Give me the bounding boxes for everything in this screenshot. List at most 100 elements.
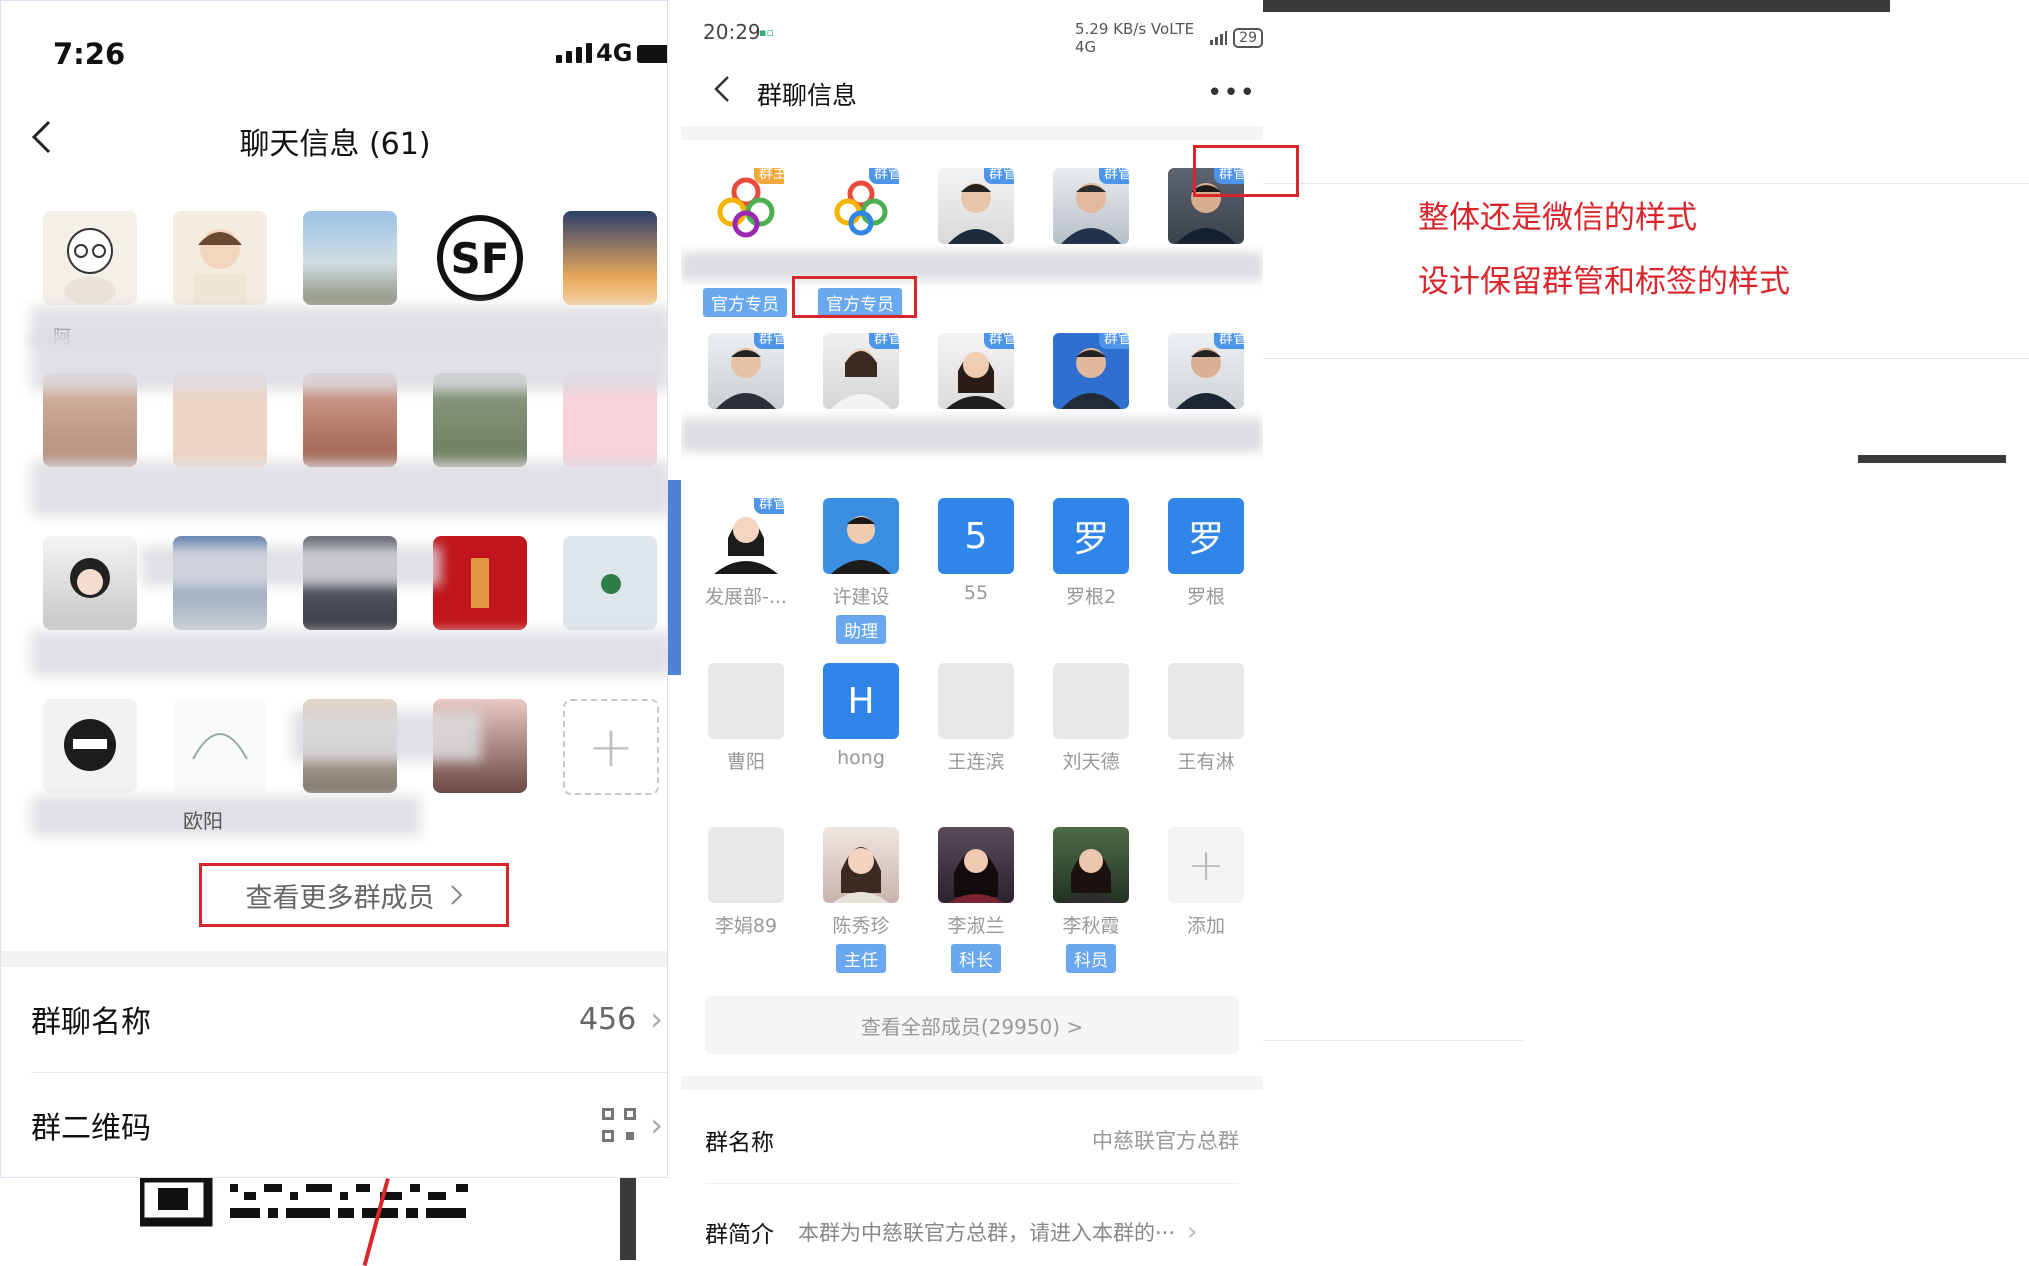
member-avatar[interactable] [43, 699, 139, 793]
member-item[interactable]: 王有淋 [1161, 663, 1251, 774]
sf-logo-icon: SF [437, 215, 523, 301]
member-avatar[interactable] [433, 536, 529, 630]
member-name: 许建设 [832, 586, 890, 608]
group-name-row[interactable]: 群名称 中慈联官方总群 [705, 1100, 1239, 1180]
annotation-box-admin-badge [1193, 145, 1299, 197]
member-item[interactable]: 群管 [931, 333, 1021, 409]
member-avatar[interactable] [43, 536, 139, 630]
group-name-value: 中慈联官方总群 [1092, 1129, 1239, 1153]
group-info-screen: 20:29 ▪▫ 5.29 KB/s VoLTE 4G 29 群聊信息 ••• … [681, 0, 1263, 1260]
member-item[interactable]: 群管 [701, 333, 791, 409]
member-item[interactable]: 曹阳 [701, 663, 791, 774]
group-qrcode-row[interactable]: 群二维码 › [1, 1073, 667, 1177]
member-item[interactable]: 许建设 助理 [816, 498, 906, 644]
member-item[interactable]: 罗 罗根 [1161, 498, 1251, 609]
member-avatar [708, 663, 784, 739]
view-more-members-button[interactable]: 查看更多群成员 [199, 863, 509, 927]
member-avatar [1053, 663, 1129, 739]
member-avatar [823, 827, 899, 903]
more-options-icon[interactable]: ••• [1207, 78, 1256, 108]
section-separator [1, 951, 667, 967]
blurred-names [31, 461, 667, 516]
chevron-right-icon: › [1187, 1217, 1198, 1247]
member-avatar [1168, 663, 1244, 739]
member-item[interactable]: 陈秀珍 主任 [816, 827, 906, 973]
qrcode-preview [140, 1178, 468, 1227]
member-name: 55 [963, 582, 989, 604]
member-avatar: 群管 [938, 168, 1014, 244]
dark-divider [620, 1178, 636, 1260]
member-avatar[interactable] [563, 536, 659, 630]
member-avatar[interactable] [43, 211, 139, 305]
group-name-value: 456 [578, 1001, 637, 1037]
member-avatar [823, 498, 899, 574]
back-arrow-icon[interactable] [711, 74, 733, 104]
member-avatar: 群管 [1053, 168, 1129, 244]
blurred-names [291, 711, 481, 761]
member-name: 李娟89 [714, 915, 778, 937]
member-avatar: 群管 [823, 168, 899, 244]
member-item[interactable]: 李娟89 [701, 827, 791, 938]
status-time: 20:29 [703, 20, 761, 44]
group-name-label: 群聊名称 [31, 1005, 151, 1040]
member-avatar: 群管 [823, 333, 899, 409]
group-name-row[interactable]: 群聊名称 456 › [1, 967, 667, 1071]
add-member-label: 添加 [1186, 915, 1225, 937]
signal-icon [556, 43, 592, 63]
member-item[interactable]: 群管 [816, 333, 906, 409]
member-avatar[interactable]: SF [433, 211, 529, 305]
chevron-right-icon [450, 885, 462, 905]
member-name: hong [837, 747, 885, 769]
admin-badge: 群管 [984, 168, 1014, 184]
letter-avatar: H [823, 663, 899, 739]
member-avatar[interactable] [303, 211, 399, 305]
admin-badge: 群管 [1214, 333, 1244, 349]
add-member-button[interactable]: + [563, 699, 659, 795]
member-item[interactable]: 5 55 [931, 498, 1021, 604]
member-item[interactable]: 李淑兰 科长 [931, 827, 1021, 973]
signal-icon [1209, 31, 1228, 45]
view-more-label: 查看更多群成员 [245, 882, 435, 914]
member-item[interactable]: 李秋霞 科员 [1046, 827, 1136, 973]
member-item[interactable]: 刘天德 [1046, 663, 1136, 774]
member-item[interactable]: 群管 [1046, 333, 1136, 409]
member-item[interactable]: 王连滨 [931, 663, 1021, 774]
blurred-names [141, 546, 441, 586]
section-separator [681, 126, 1263, 140]
member-item[interactable]: 群管 [931, 168, 1021, 244]
member-avatar[interactable] [563, 211, 659, 305]
letter-avatar: 罗 [1168, 498, 1244, 574]
status-time: 7:26 [53, 37, 126, 71]
row-divider [705, 1183, 1239, 1184]
member-item[interactable]: 群管 [1161, 333, 1251, 409]
blurred-names [681, 252, 1263, 280]
member-name: 曹阳 [726, 751, 765, 773]
member-item[interactable]: 罗 罗根2 [1046, 498, 1136, 609]
member-name: 李秋霞 [1062, 915, 1120, 937]
member-tag: 科员 [1066, 944, 1116, 973]
member-item[interactable]: 群管 [816, 168, 906, 244]
member-item[interactable]: 群管 [1046, 168, 1136, 244]
member-avatar[interactable] [173, 211, 269, 305]
member-avatar: 群主 [708, 168, 784, 244]
member-item[interactable]: 群管 发展部-... [701, 498, 791, 609]
add-member-button[interactable]: + 添加 [1161, 827, 1251, 938]
member-item[interactable]: 群主 [701, 168, 791, 244]
status-indicator-text: 5.29 KB/s VoLTE 4G [1075, 20, 1195, 56]
member-tag: 科长 [951, 944, 1001, 973]
blurred-names [681, 418, 1263, 452]
member-avatar: 群管 [708, 498, 784, 574]
page-title: 聊天信息 (61) [239, 127, 431, 162]
member-item[interactable]: H hong [816, 663, 906, 769]
member-name: 李淑兰 [947, 915, 1005, 937]
view-all-members-button[interactable]: 查看全部成员(29950) > [705, 996, 1239, 1054]
member-avatar: 群管 [1168, 333, 1244, 409]
member-name: 罗根 [1186, 586, 1225, 608]
group-intro-row[interactable]: 群简介 本群为中慈联官方总群，请进入本群的··· › [705, 1192, 1239, 1260]
scroll-handle [668, 480, 681, 675]
group-intro-value: 本群为中慈联官方总群，请进入本群的··· [798, 1221, 1176, 1245]
battery-icon: 29 [1233, 28, 1263, 48]
member-avatar[interactable] [173, 699, 269, 793]
background-divider [1263, 358, 2029, 359]
member-avatar: 群管 [938, 333, 1014, 409]
